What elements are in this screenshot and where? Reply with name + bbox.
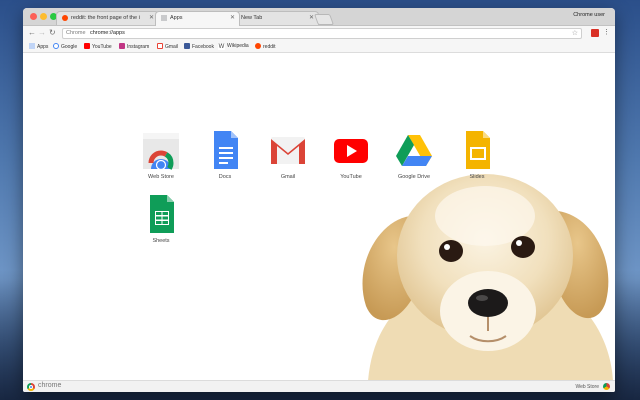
app-web-store[interactable]: Web Store <box>131 129 191 180</box>
new-tab-button[interactable] <box>313 14 335 25</box>
google-drive-icon <box>394 129 434 171</box>
youtube-icon <box>331 129 371 171</box>
apps-grid-icon <box>29 43 35 49</box>
app-youtube[interactable]: YouTube <box>321 129 381 180</box>
web-store-link[interactable]: Web Store <box>575 384 599 390</box>
tab-strip: reddit: the front page of the i ✕ Apps ✕… <box>23 8 615 26</box>
browser-window: reddit: the front page of the i ✕ Apps ✕… <box>23 8 615 392</box>
instagram-icon <box>119 43 125 49</box>
reload-icon[interactable]: ↻ <box>49 28 56 38</box>
app-label: Sheets <box>152 238 170 244</box>
chrome-menu-icon[interactable]: ⋮ <box>603 28 610 36</box>
tab-reddit[interactable]: reddit: the front page of the i ✕ <box>56 11 159 25</box>
bookmarks-bar: Apps Google YouTube Instagram Gmail Face… <box>23 41 615 53</box>
extension-icon[interactable] <box>591 29 599 37</box>
tab-title: reddit: the front page of the i <box>71 15 140 21</box>
tab-new-tab[interactable]: New Tab ✕ <box>234 11 319 25</box>
chrome-logo-icon <box>27 383 35 391</box>
toolbar: ← → ↻ Chrome chrome://apps ☆ ⋮ <box>23 26 615 41</box>
bookmark-youtube[interactable]: YouTube <box>84 43 112 51</box>
app-label: Slides <box>469 174 485 180</box>
profile-button[interactable]: Chrome user <box>573 12 605 18</box>
app-label: Google Drive <box>397 174 431 180</box>
bookmark-label: reddit <box>263 44 276 50</box>
google-icon <box>53 43 59 49</box>
apps-grid-icon <box>161 15 167 21</box>
bookmark-label: Instagram <box>127 44 150 50</box>
bookmark-facebook[interactable]: Facebook <box>184 43 214 51</box>
forward-arrow-icon[interactable]: → <box>38 28 46 38</box>
bookmark-wikipedia[interactable]: W Wikipedia <box>218 43 249 50</box>
google-sheets-icon <box>141 193 181 235</box>
app-slides[interactable]: Slides <box>447 129 507 180</box>
tab-title: Apps <box>170 15 183 21</box>
app-gmail[interactable]: Gmail <box>258 129 318 180</box>
scheme-label: Chrome <box>66 30 86 36</box>
chrome-wordmark: chrome <box>38 382 62 389</box>
gmail-icon <box>268 129 308 171</box>
close-tab-icon[interactable]: ✕ <box>230 14 235 21</box>
tab-title: New Tab <box>241 15 263 21</box>
bookmark-label: Apps <box>37 44 49 50</box>
close-window-button[interactable] <box>30 13 37 20</box>
bookmark-reddit[interactable]: reddit <box>255 43 276 51</box>
tab-apps[interactable]: Apps ✕ <box>155 11 240 26</box>
app-label: Web Store <box>148 174 174 180</box>
google-slides-icon <box>457 129 497 171</box>
wikipedia-icon: W <box>218 44 225 50</box>
gmail-icon <box>157 43 163 49</box>
google-docs-icon <box>205 129 245 171</box>
bookmark-apps[interactable]: Apps <box>29 43 48 51</box>
app-sheets[interactable]: Sheets <box>131 193 191 244</box>
apps-footer: chrome Web Store <box>23 380 615 392</box>
chrome-web-store-icon <box>141 129 181 176</box>
close-tab-icon[interactable]: ✕ <box>149 14 154 21</box>
reddit-icon <box>255 43 261 49</box>
bookmark-star-icon[interactable]: ☆ <box>572 29 578 38</box>
back-arrow-icon[interactable]: ← <box>28 28 36 38</box>
reddit-icon <box>62 15 68 21</box>
chrome-web-store-icon[interactable] <box>603 383 610 390</box>
address-bar[interactable]: Chrome chrome://apps ☆ <box>62 28 582 39</box>
app-docs[interactable]: Docs <box>195 129 255 180</box>
bookmark-label: YouTube <box>92 44 112 50</box>
bookmark-google[interactable]: Google <box>53 43 77 51</box>
bookmark-label: Gmail <box>165 44 179 50</box>
app-label: Docs <box>218 174 232 180</box>
bookmark-label: Wikipedia <box>227 43 249 49</box>
close-tab-icon[interactable]: ✕ <box>309 14 314 21</box>
url-text: chrome://apps <box>90 30 125 36</box>
bookmark-label: Google <box>61 44 78 50</box>
app-label: YouTube <box>340 174 362 180</box>
app-label: Gmail <box>280 174 296 180</box>
facebook-icon <box>184 43 190 49</box>
youtube-icon <box>84 43 90 49</box>
puppy-wallpaper-image <box>362 174 613 380</box>
minimize-window-button[interactable] <box>40 13 47 20</box>
apps-page: Web Store Docs Gmail YouTube Google Driv… <box>23 53 615 380</box>
bookmark-label: Facebook <box>192 44 214 50</box>
bookmark-gmail[interactable]: Gmail <box>157 43 178 51</box>
bookmark-instagram[interactable]: Instagram <box>119 43 149 51</box>
app-google-drive[interactable]: Google Drive <box>384 129 444 180</box>
